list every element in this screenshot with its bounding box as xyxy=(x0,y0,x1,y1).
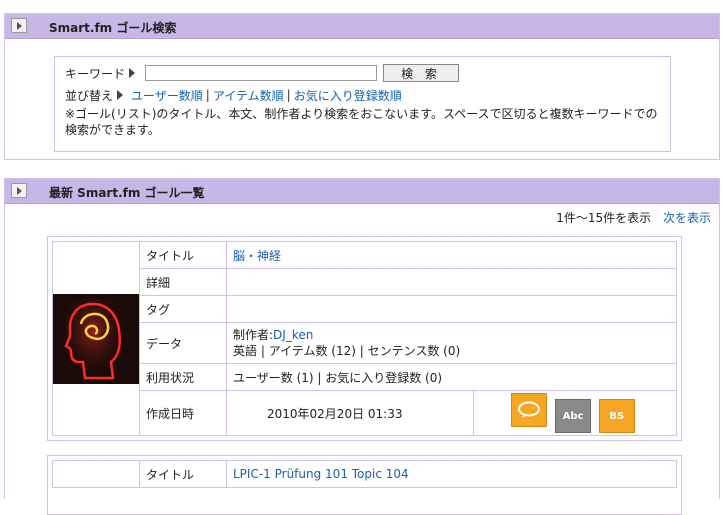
goal-stats: 英語 | アイテム数 (12) | センテンス数 (0) xyxy=(233,344,461,358)
search-note: ※ゴール(リスト)のタイトル、本文、制作者より検索をおこないます。スペースで区切… xyxy=(65,107,658,137)
goal-list-header: 最新 Smart.fm ゴール一覧 xyxy=(5,179,719,204)
goal-title-cell: LPIC-1 Prüfung 101 Topic 104 xyxy=(226,460,677,488)
goal-card: タイトル 脳・神経 詳細 タグ データ 制作者:DJ_ken 英語 | アイテム… xyxy=(47,236,682,441)
goal-detail xyxy=(226,268,677,296)
brainspeed-icon[interactable]: BS xyxy=(598,399,635,434)
sort-by-items-link[interactable]: アイテム数順 xyxy=(213,87,284,104)
study-buttons: Abc BS xyxy=(473,390,677,436)
created-label: 作成日時 xyxy=(139,390,227,436)
abc-study-icon[interactable]: Abc xyxy=(555,399,591,434)
separator: | xyxy=(205,88,210,102)
search-panel-header: Smart.fm ゴール検索 xyxy=(5,14,719,39)
result-range: 1件〜15件を表示 xyxy=(556,211,652,225)
thumbnail-cell xyxy=(52,460,140,488)
sort-by-favorites-link[interactable]: お気に入り登録数順 xyxy=(294,87,402,104)
collapse-toggle-icon[interactable] xyxy=(11,18,27,33)
thumbnail-cell xyxy=(52,241,140,436)
title-label: タイトル xyxy=(139,460,227,488)
search-panel-title: Smart.fm ゴール検索 xyxy=(49,21,177,35)
brain-head-image xyxy=(63,297,123,380)
detail-label: 詳細 xyxy=(139,268,227,296)
goal-created: 2010年02月20日 01:33 xyxy=(226,390,474,436)
goal-title-cell: 脳・神経 xyxy=(226,241,677,269)
goal-card: タイトル LPIC-1 Prüfung 101 Topic 104 xyxy=(47,455,682,515)
goal-title-link[interactable]: 脳・神経 xyxy=(233,249,281,263)
pagination: 1件〜15件を表示 次を表示 xyxy=(556,209,711,226)
sort-by-users-link[interactable]: ユーザー数順 xyxy=(131,87,203,104)
goal-list-panel: 最新 Smart.fm ゴール一覧 1件〜15件を表示 次を表示 タイトル 脳・… xyxy=(4,178,720,515)
search-panel: Smart.fm ゴール検索 キーワード 検 索 並び替え ユーザー数順 | ア… xyxy=(4,13,720,160)
search-form: キーワード 検 索 並び替え ユーザー数順 | アイテム数順 | お気に入り登録… xyxy=(54,56,671,152)
sort-label: 並び替え xyxy=(65,88,114,103)
arrow-right-icon xyxy=(129,68,136,78)
usage-label: 利用状況 xyxy=(139,363,227,391)
goal-list-title: 最新 Smart.fm ゴール一覧 xyxy=(49,186,205,200)
creator-link[interactable]: DJ_ken xyxy=(273,328,313,342)
goal-title-link[interactable]: LPIC-1 Prüfung 101 Topic 104 xyxy=(233,467,409,481)
goal-table: タイトル LPIC-1 Prüfung 101 Topic 104 xyxy=(52,460,677,488)
arrow-right-icon xyxy=(117,90,124,100)
keyword-label: キーワード xyxy=(65,66,126,81)
goal-usage: ユーザー数 (1) | お気に入り登録数 (0) xyxy=(226,363,677,391)
separator: | xyxy=(286,88,291,102)
collapse-toggle-icon[interactable] xyxy=(11,183,27,198)
goal-data: 制作者:DJ_ken 英語 | アイテム数 (12) | センテンス数 (0) xyxy=(226,322,677,364)
search-button[interactable]: 検 索 xyxy=(383,64,460,82)
creator-label: 制作者: xyxy=(233,328,274,342)
goal-tags xyxy=(226,295,677,323)
tags-label: タグ xyxy=(139,295,227,323)
data-label: データ xyxy=(139,322,227,364)
goal-thumbnail[interactable] xyxy=(53,293,139,384)
speech-bubble-icon[interactable] xyxy=(511,392,548,427)
next-page-link[interactable]: 次を表示 xyxy=(663,211,711,225)
title-label: タイトル xyxy=(139,241,227,269)
keyword-input[interactable] xyxy=(145,65,378,81)
goal-table: タイトル 脳・神経 詳細 タグ データ 制作者:DJ_ken 英語 | アイテム… xyxy=(52,241,677,436)
